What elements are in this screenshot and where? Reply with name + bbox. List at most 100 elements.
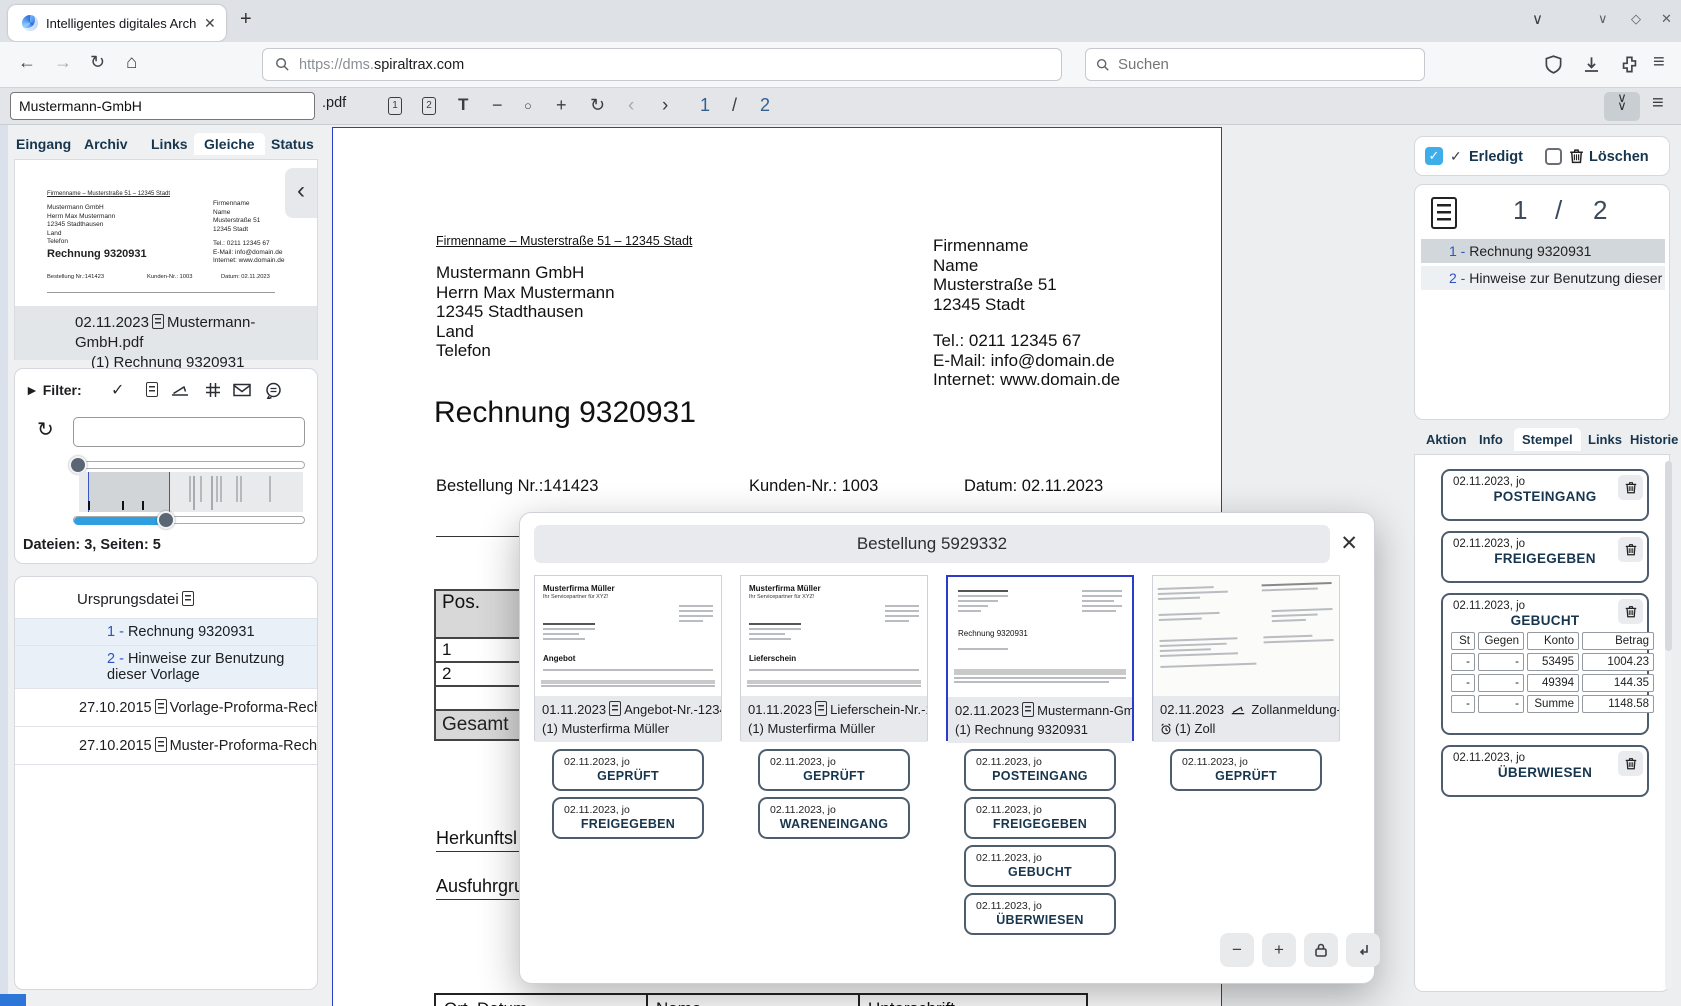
document-search-input[interactable] [10, 92, 315, 120]
delete-stamp-button[interactable] [1618, 475, 1643, 500]
zoom-in-icon[interactable]: + [556, 95, 567, 116]
tab-links[interactable]: Links [1588, 432, 1622, 447]
tab-archiv[interactable]: Archiv [84, 136, 128, 152]
stamp-wareneingang[interactable]: 02.11.2023, joWARENEINGANG [758, 797, 910, 839]
filter-label[interactable]: ► Filter: [25, 382, 82, 398]
grid-filter-icon[interactable] [205, 382, 221, 398]
window-maximize-icon[interactable]: ◇ [1631, 11, 1641, 27]
app-menu-icon[interactable]: ≡ [1652, 92, 1664, 115]
page-row-selected[interactable]: 1 - Rechnung 9320931 [1421, 239, 1665, 263]
back-icon[interactable]: ← [18, 52, 36, 73]
source-file-row[interactable]: 27.10.2015Muster-Proforma-Rechnung.pdf [15, 726, 317, 765]
document-pages-icon [1431, 197, 1457, 229]
stamp-freigegeben[interactable]: 02.11.2023, joFREIGEGEBEN [964, 797, 1116, 839]
download-icon[interactable] [1582, 55, 1601, 74]
range-handle-end[interactable] [157, 511, 175, 529]
stamp-panel-scrollbar[interactable] [1665, 461, 1672, 989]
extensions-puzzle-icon[interactable] [1620, 55, 1639, 74]
prev-page-icon[interactable]: ‹ [628, 95, 634, 117]
stamp-geprueft[interactable]: 02.11.2023, joGEPRÜFT [1170, 749, 1322, 791]
zoom-reset-icon[interactable]: ○ [524, 98, 532, 113]
tab-stempel[interactable]: Stempel [1514, 428, 1581, 451]
forward-icon[interactable]: → [54, 52, 72, 73]
stamp-gebucht[interactable]: 02.11.2023, joGEBUCHT [964, 845, 1116, 887]
thumb-content: Musterfirma Müller Ihr Servicepartner fü… [741, 576, 927, 696]
reload-icon[interactable]: ↻ [90, 52, 105, 73]
document-icon [815, 701, 827, 716]
rotate-icon[interactable]: ↻ [590, 95, 605, 116]
date-range-track-top[interactable] [73, 461, 305, 469]
stamp-freigegeben[interactable]: 02.11.2023, joFREIGEGEBEN [552, 797, 704, 839]
tab-list-chevron-icon[interactable]: ∨ [1532, 10, 1543, 28]
tab-gleiche[interactable]: Gleiche [194, 133, 265, 155]
check-filter-icon[interactable]: ✓ [111, 380, 124, 400]
linked-doc-card-lieferschein[interactable]: Musterfirma Müller Ihr Servicepartner fü… [740, 575, 928, 741]
text-tool-icon[interactable]: T [458, 95, 468, 115]
stamp-posteingang[interactable]: 02.11.2023, jo POSTEINGANG [1441, 469, 1649, 521]
tab-close-icon[interactable]: ✕ [204, 15, 216, 32]
home-icon[interactable]: ⌂ [126, 52, 137, 74]
mail-filter-icon[interactable] [233, 383, 251, 397]
shield-icon[interactable] [1544, 55, 1563, 74]
tab-links[interactable]: Links [151, 136, 188, 152]
thumb-content: Musterfirma Müller Ihr Servicepartner fü… [535, 576, 721, 696]
window-minimize-icon[interactable]: ∨ [1598, 11, 1608, 27]
zoom-out-icon[interactable]: − [492, 95, 503, 116]
comment-filter-icon[interactable] [265, 382, 282, 399]
linked-doc-card-zoll[interactable]: 02.11.2023 Zollanmeldung-AT… (1) Zoll [1152, 575, 1340, 741]
thumb-title: Rechnung 9320931 [47, 250, 147, 259]
next-page-icon[interactable]: › [662, 95, 668, 117]
browser-tab[interactable]: Intelligentes digitales Arch ✕ [8, 5, 226, 41]
scan-filter-icon[interactable] [171, 384, 189, 398]
filter-refresh-icon[interactable]: ↻ [37, 417, 54, 442]
source-page-row[interactable]: 2 - Hinweise zur Benutzung dieser Vorlag… [15, 645, 317, 688]
tab-info[interactable]: Info [1479, 432, 1503, 447]
done-checkbox[interactable]: ✓ [1425, 147, 1443, 165]
stamp-posteingang[interactable]: 02.11.2023, joPOSTEINGANG [964, 749, 1116, 791]
filter-input[interactable] [73, 417, 305, 447]
new-tab-button[interactable]: + [240, 8, 252, 31]
page-row[interactable]: 2 - Hinweise zur Benutzung dieser Vo… [1421, 266, 1665, 290]
browser-search-input[interactable] [1118, 56, 1398, 73]
browser-search-box[interactable] [1085, 48, 1425, 81]
single-page-icon[interactable]: 1 [388, 95, 402, 115]
thumb-content [1153, 576, 1339, 696]
delete-stamp-button[interactable] [1618, 537, 1643, 562]
tab-historie[interactable]: Historie [1630, 432, 1678, 447]
delete-checkbox[interactable] [1545, 148, 1562, 165]
document-thumbnail[interactable]: Firmenname – Musterstraße 51 – 12345 Sta… [25, 172, 287, 304]
two-page-icon[interactable]: 2 [422, 95, 436, 115]
document-filter-icon[interactable] [146, 382, 158, 397]
tab-status[interactable]: Status [271, 136, 314, 152]
stamp-geprueft[interactable]: 02.11.2023, joGEPRÜFT [552, 749, 704, 791]
stamp-freigegeben[interactable]: 02.11.2023, jo FREIGEGEBEN [1441, 531, 1649, 583]
modal-lock-button[interactable] [1304, 933, 1338, 967]
source-page-row[interactable]: 1 - Rechnung 9320931 [15, 619, 317, 645]
source-file-row[interactable]: 27.10.2015Vorlage-Proforma-Rechnung.d… [15, 688, 317, 726]
modal-goto-button[interactable] [1346, 933, 1380, 967]
tab-eingang[interactable]: Eingang [16, 136, 71, 152]
doc-date: Datum: 02.11.2023 [964, 477, 1103, 496]
menu-hamburger-icon[interactable]: ≡ [1653, 51, 1665, 74]
thumb-contact: Tel.: 0211 12345 67E-Mail: info@domain.d… [213, 240, 285, 266]
modal-zoom-in-button[interactable]: + [1262, 933, 1296, 967]
linked-doc-card-angebot[interactable]: Musterfirma Müller Ihr Servicepartner fü… [534, 575, 722, 741]
collapse-panel-chevron-icon[interactable]: ‹ [285, 168, 317, 218]
collapse-toolbar-button[interactable]: ∨∨ [1604, 92, 1640, 121]
url-bar[interactable]: https://dms.spiraltrax.com [262, 48, 1062, 81]
trash-icon [1568, 147, 1585, 165]
modal-close-icon[interactable]: ✕ [1340, 531, 1358, 556]
selected-file-row[interactable]: 02.11.2023Mustermann-GmbH.pdf (1) Rechnu… [15, 306, 317, 360]
stamp-gebucht[interactable]: 02.11.2023, jo GEBUCHT StGegenKontoBetra… [1441, 593, 1649, 735]
stamp-geprueft[interactable]: 02.11.2023, joGEPRÜFT [758, 749, 910, 791]
delete-stamp-button[interactable] [1618, 751, 1643, 776]
delete-stamp-button[interactable] [1618, 599, 1643, 624]
window-close-icon[interactable]: ✕ [1661, 11, 1672, 27]
linked-doc-card-rechnung[interactable]: Rechnung 9320931 02.11.2023Mustermann-Gm… [946, 575, 1134, 741]
date-range-track-bottom[interactable] [73, 516, 305, 524]
stamp-ueberwiesen[interactable]: 02.11.2023, jo ÜBERWIESEN [1441, 745, 1649, 797]
document-icon [1022, 702, 1034, 717]
modal-zoom-out-button[interactable]: − [1220, 933, 1254, 967]
stamp-ueberwiesen[interactable]: 02.11.2023, joÜBERWIESEN [964, 893, 1116, 935]
tab-aktion[interactable]: Aktion [1426, 432, 1466, 447]
